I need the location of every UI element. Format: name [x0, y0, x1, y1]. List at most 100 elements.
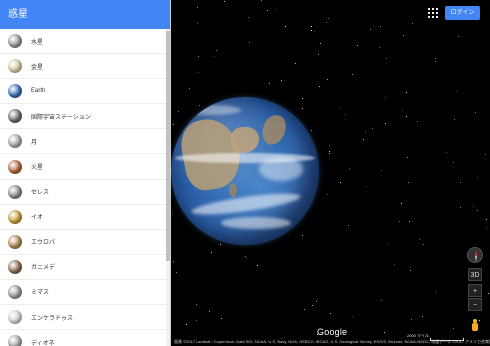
- star: [456, 91, 457, 92]
- star: [379, 47, 380, 48]
- star: [196, 304, 197, 305]
- planet-list-item[interactable]: セレス: [0, 180, 166, 205]
- landmass-madagascar: [229, 183, 237, 197]
- star: [318, 54, 319, 55]
- star: [357, 45, 358, 46]
- star: [198, 72, 199, 73]
- planet-label: 月: [31, 139, 38, 146]
- star: [352, 74, 353, 75]
- map-canvas[interactable]: [171, 0, 490, 346]
- earth-globe[interactable]: [171, 97, 319, 245]
- star: [365, 132, 366, 133]
- planet-label: エンケラドゥス: [31, 315, 74, 322]
- scrollbar-thumb[interactable]: [166, 31, 170, 261]
- pegman-icon[interactable]: [470, 319, 480, 331]
- star: [422, 316, 423, 317]
- planet-list-item[interactable]: 金星: [0, 54, 166, 80]
- star: [302, 98, 303, 99]
- star: [198, 56, 199, 57]
- star: [386, 58, 387, 59]
- tilt-3d-button[interactable]: 3D: [468, 268, 482, 281]
- planet-list-item[interactable]: 国際宇宙ステーション: [0, 104, 166, 130]
- star: [214, 56, 215, 57]
- star: [340, 182, 341, 183]
- star: [352, 316, 353, 317]
- planet-label: ディオネ: [31, 340, 55, 346]
- planet-list-item[interactable]: Earth: [0, 79, 166, 105]
- star: [366, 186, 367, 187]
- planet-thumbnail: [8, 259, 22, 274]
- cloud-band: [181, 105, 241, 115]
- star: [348, 225, 349, 226]
- star: [329, 151, 330, 152]
- star: [388, 244, 389, 245]
- star: [186, 324, 187, 325]
- star: [394, 264, 395, 265]
- star: [246, 257, 247, 258]
- star: [435, 58, 436, 59]
- star: [407, 157, 408, 158]
- star: [381, 300, 382, 301]
- star: [454, 119, 455, 120]
- planet-thumbnail: [8, 34, 22, 49]
- planet-label: セレス: [31, 190, 50, 197]
- star: [196, 320, 197, 321]
- star: [488, 293, 489, 294]
- compass-icon[interactable]: [467, 247, 483, 263]
- star: [316, 301, 317, 302]
- star: [401, 203, 402, 204]
- star: [314, 31, 315, 32]
- star: [410, 270, 411, 271]
- zoom-out-button[interactable]: −: [468, 298, 482, 311]
- star: [486, 227, 487, 228]
- star: [176, 272, 177, 273]
- planet-label: 火星: [31, 165, 44, 172]
- star: [453, 162, 454, 163]
- planet-list-item[interactable]: ミマス: [0, 280, 166, 306]
- star: [329, 153, 330, 154]
- star: [327, 194, 328, 195]
- star: [453, 328, 454, 329]
- star: [178, 111, 179, 112]
- planet-label: イオ: [31, 215, 44, 222]
- compass-needle-south: [475, 256, 477, 262]
- star: [285, 26, 286, 27]
- login-button[interactable]: ログイン: [445, 6, 480, 20]
- star: [399, 221, 400, 222]
- star: [339, 108, 340, 109]
- planet-list-item[interactable]: 火星: [0, 154, 166, 180]
- planet-thumbnail: [8, 159, 22, 174]
- planet-label: Earth: [31, 88, 46, 95]
- planet-list-item[interactable]: エンケラドゥス: [0, 305, 166, 331]
- star: [385, 97, 386, 98]
- google-logo: Google: [317, 327, 348, 337]
- star: [329, 145, 330, 146]
- star: [349, 168, 350, 169]
- planet-list-item[interactable]: イオ: [0, 205, 166, 230]
- apps-grid-icon[interactable]: [428, 8, 438, 18]
- star: [458, 36, 459, 37]
- star: [477, 177, 478, 178]
- star: [317, 299, 318, 300]
- star: [370, 29, 371, 30]
- panel-scrollbar[interactable]: [166, 29, 170, 346]
- planet-list-item[interactable]: ガニメデ: [0, 255, 166, 280]
- star: [330, 313, 331, 314]
- planet-list-item[interactable]: ディオネ: [0, 330, 166, 346]
- planet-list-item[interactable]: 水星: [0, 29, 166, 55]
- planet-list-item[interactable]: 月: [0, 129, 166, 155]
- planet-thumbnail: [8, 234, 22, 249]
- planet-label: 国際宇宙ステーション: [31, 114, 91, 121]
- star: [402, 110, 403, 111]
- landmass-arabia: [231, 127, 259, 153]
- star: [385, 123, 386, 124]
- star: [197, 23, 198, 24]
- star: [302, 235, 303, 236]
- planet-list-item[interactable]: エウロパ: [0, 230, 166, 255]
- planet-label: エウロパ: [31, 240, 56, 247]
- star: [220, 244, 221, 245]
- star: [417, 121, 418, 122]
- zoom-in-button[interactable]: +: [468, 284, 482, 297]
- scale-label: 2000 マイル: [407, 333, 430, 338]
- star: [372, 128, 373, 129]
